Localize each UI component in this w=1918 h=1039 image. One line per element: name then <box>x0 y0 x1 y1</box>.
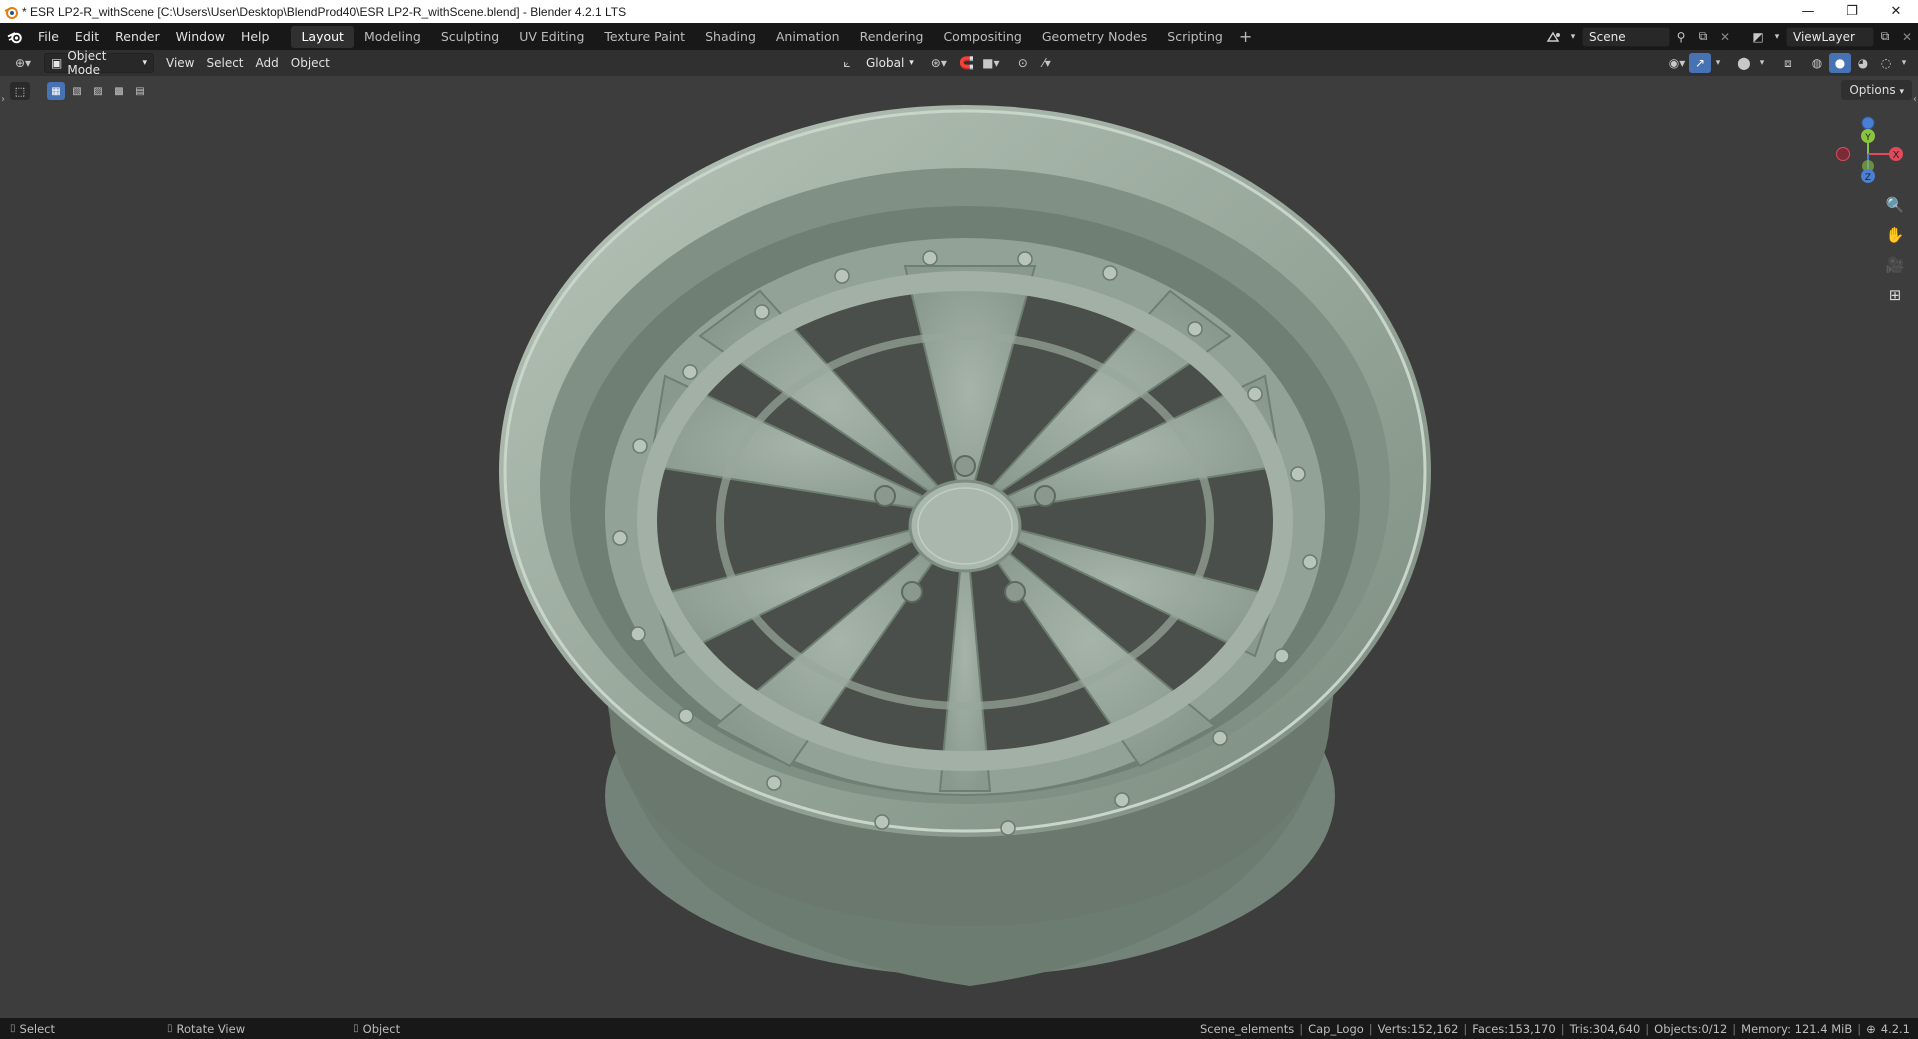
object-mode-icon: ▣ <box>51 56 63 70</box>
window-titlebar: * ESR LP2-R_withScene [C:\Users\User\Des… <box>0 0 1918 23</box>
status-select: Select <box>19 1021 55 1036</box>
status-object: Object <box>362 1021 401 1036</box>
menu-edit[interactable]: Edit <box>67 26 107 48</box>
chevron-down-icon[interactable]: ▾ <box>1772 27 1782 47</box>
stat-active-object: Cap_Logo <box>1308 1021 1364 1036</box>
add-menu[interactable]: Add <box>250 53 285 73</box>
mouse-left-icon: ▯ <box>10 1023 16 1034</box>
delete-view-layer-icon[interactable]: ✕ <box>1896 27 1918 47</box>
stat-verts: Verts:152,162 <box>1377 1021 1459 1036</box>
tab-compositing[interactable]: Compositing <box>933 26 1031 48</box>
chevron-down-icon[interactable]: ▾ <box>1568 27 1578 47</box>
chevron-down-icon[interactable]: ▾ <box>1898 53 1910 73</box>
chevron-down-icon: ▾ <box>142 58 147 68</box>
scene-statistics: Scene_elements | Cap_Logo | Verts:152,16… <box>1199 1021 1910 1036</box>
view-layer-label: ViewLayer <box>1793 29 1855 44</box>
tab-scripting[interactable]: Scripting <box>1157 26 1233 48</box>
tab-shading[interactable]: Shading <box>695 26 766 48</box>
stat-faces: Faces:153,170 <box>1472 1021 1556 1036</box>
editor-type-icon[interactable]: ⊕▾ <box>8 53 38 73</box>
tab-uv-editing[interactable]: UV Editing <box>509 26 594 48</box>
tab-geometry-nodes[interactable]: Geometry Nodes <box>1032 26 1157 48</box>
new-view-layer-icon[interactable]: ⧉ <box>1874 27 1896 47</box>
scene-label: Scene <box>1589 29 1626 44</box>
stat-objects: Objects:0/12 <box>1654 1021 1728 1036</box>
view-layer-icon[interactable]: ◩ <box>1744 27 1772 47</box>
add-workspace-button[interactable]: + <box>1233 27 1258 46</box>
wheel-center-cap <box>908 479 1022 573</box>
overlay-toggle-icon[interactable]: ⬤ <box>1733 53 1755 73</box>
menu-file[interactable]: File <box>30 26 67 48</box>
pin-icon[interactable]: ⚲ <box>1670 27 1692 47</box>
view-layer-field[interactable]: ViewLayer <box>1786 26 1874 47</box>
blender-menu-icon[interactable] <box>0 23 30 50</box>
chevron-down-icon[interactable]: ▾ <box>1756 53 1768 73</box>
select-menu[interactable]: Select <box>200 53 249 73</box>
pivot-icon[interactable]: ⊛▾ <box>928 53 950 73</box>
material-shading-icon[interactable]: ◕ <box>1852 53 1874 73</box>
mouse-right-icon: ▯ <box>353 1023 359 1034</box>
close-button[interactable]: ✕ <box>1874 0 1918 23</box>
tab-sculpting[interactable]: Sculpting <box>431 26 509 48</box>
mouse-middle-icon: ▯ <box>167 1023 173 1034</box>
window-controls: — ❐ ✕ <box>1786 0 1918 23</box>
network-icon: ⊕ <box>1866 1021 1876 1036</box>
stat-version: 4.2.1 <box>1880 1021 1910 1036</box>
scene-field[interactable]: Scene <box>1582 26 1670 47</box>
scene-icon[interactable] <box>1540 27 1568 47</box>
proportional-edit-icon[interactable]: ⊙ <box>1012 53 1034 73</box>
new-scene-icon[interactable]: ⧉ <box>1692 27 1714 47</box>
minimize-button[interactable]: — <box>1786 0 1830 23</box>
maximize-button[interactable]: ❐ <box>1830 0 1874 23</box>
falloff-icon[interactable]: ⁄▾ <box>1036 53 1058 73</box>
solid-shading-icon[interactable]: ● <box>1829 53 1851 73</box>
stat-tris: Tris:304,640 <box>1569 1021 1641 1036</box>
viewport-display-controls: ◉▾ ↗ ▾ ⬤ ▾ ⧈ ◍ ● ◕ ◌ ▾ <box>1666 53 1910 73</box>
stat-memory: Memory: 121.4 MiB <box>1741 1021 1853 1036</box>
delete-scene-icon[interactable]: ✕ <box>1714 27 1736 47</box>
3d-viewport[interactable]: ⬚ ▦ ▧ ▨ ▩ ▤ › ‹ Options ▾ Y X Z 🔍 ✋ 🎥 ⊞ <box>0 76 1918 1018</box>
tab-layout[interactable]: Layout <box>291 25 354 48</box>
stat-collection: Scene_elements <box>1199 1021 1295 1036</box>
window-title: * ESR LP2-R_withScene [C:\Users\User\Des… <box>22 4 627 19</box>
transform-controls: ⟀ Global ▾ ⊛▾ 🧲 ■▾ ⊙ ⁄▾ <box>836 53 1058 73</box>
top-bar: File Edit Render Window Help Layout Mode… <box>0 23 1918 50</box>
orientation-icon: ⟀ <box>843 55 851 70</box>
wireframe-shading-icon[interactable]: ◍ <box>1806 53 1828 73</box>
wheel-model[interactable] <box>0 76 1918 1018</box>
status-rotate-view: Rotate View <box>176 1021 246 1036</box>
menu-help[interactable]: Help <box>233 26 278 48</box>
tab-texture-paint[interactable]: Texture Paint <box>594 26 695 48</box>
menu-render[interactable]: Render <box>107 26 168 48</box>
orientation-label: Global <box>866 56 905 70</box>
mode-dropdown[interactable]: ▣ Object Mode ▾ <box>44 49 154 77</box>
xray-toggle-icon[interactable]: ⧈ <box>1777 53 1799 73</box>
tab-modeling[interactable]: Modeling <box>354 26 431 48</box>
gizmo-toggle-icon[interactable]: ↗ <box>1689 53 1711 73</box>
snap-target-icon[interactable]: ■▾ <box>980 53 1002 73</box>
workspace-tabs: Layout Modeling Sculpting UV Editing Tex… <box>291 25 1258 48</box>
visibility-icon[interactable]: ◉▾ <box>1666 53 1688 73</box>
tab-animation[interactable]: Animation <box>766 26 850 48</box>
scene-selectors: ▾ Scene ⚲ ⧉ ✕ ◩ ▾ ViewLayer ⧉ ✕ <box>1540 23 1918 50</box>
object-menu[interactable]: Object <box>285 53 336 73</box>
view-menu[interactable]: View <box>160 53 200 73</box>
snap-icon[interactable]: 🧲 <box>956 53 978 73</box>
status-bar: ▯ Select ▯ Rotate View ▯ Object Scene_el… <box>0 1018 1918 1039</box>
menu-window[interactable]: Window <box>168 26 233 48</box>
rendered-shading-icon[interactable]: ◌ <box>1875 53 1897 73</box>
orientation-dropdown[interactable]: Global ▾ <box>860 53 920 73</box>
chevron-down-icon: ▾ <box>909 58 914 68</box>
tab-rendering[interactable]: Rendering <box>850 26 934 48</box>
mode-label: Object Mode <box>67 49 107 77</box>
viewport-header: ⊕▾ ▣ Object Mode ▾ View Select Add Objec… <box>0 49 1918 77</box>
chevron-down-icon[interactable]: ▾ <box>1712 53 1724 73</box>
blender-logo-icon <box>0 0 22 23</box>
